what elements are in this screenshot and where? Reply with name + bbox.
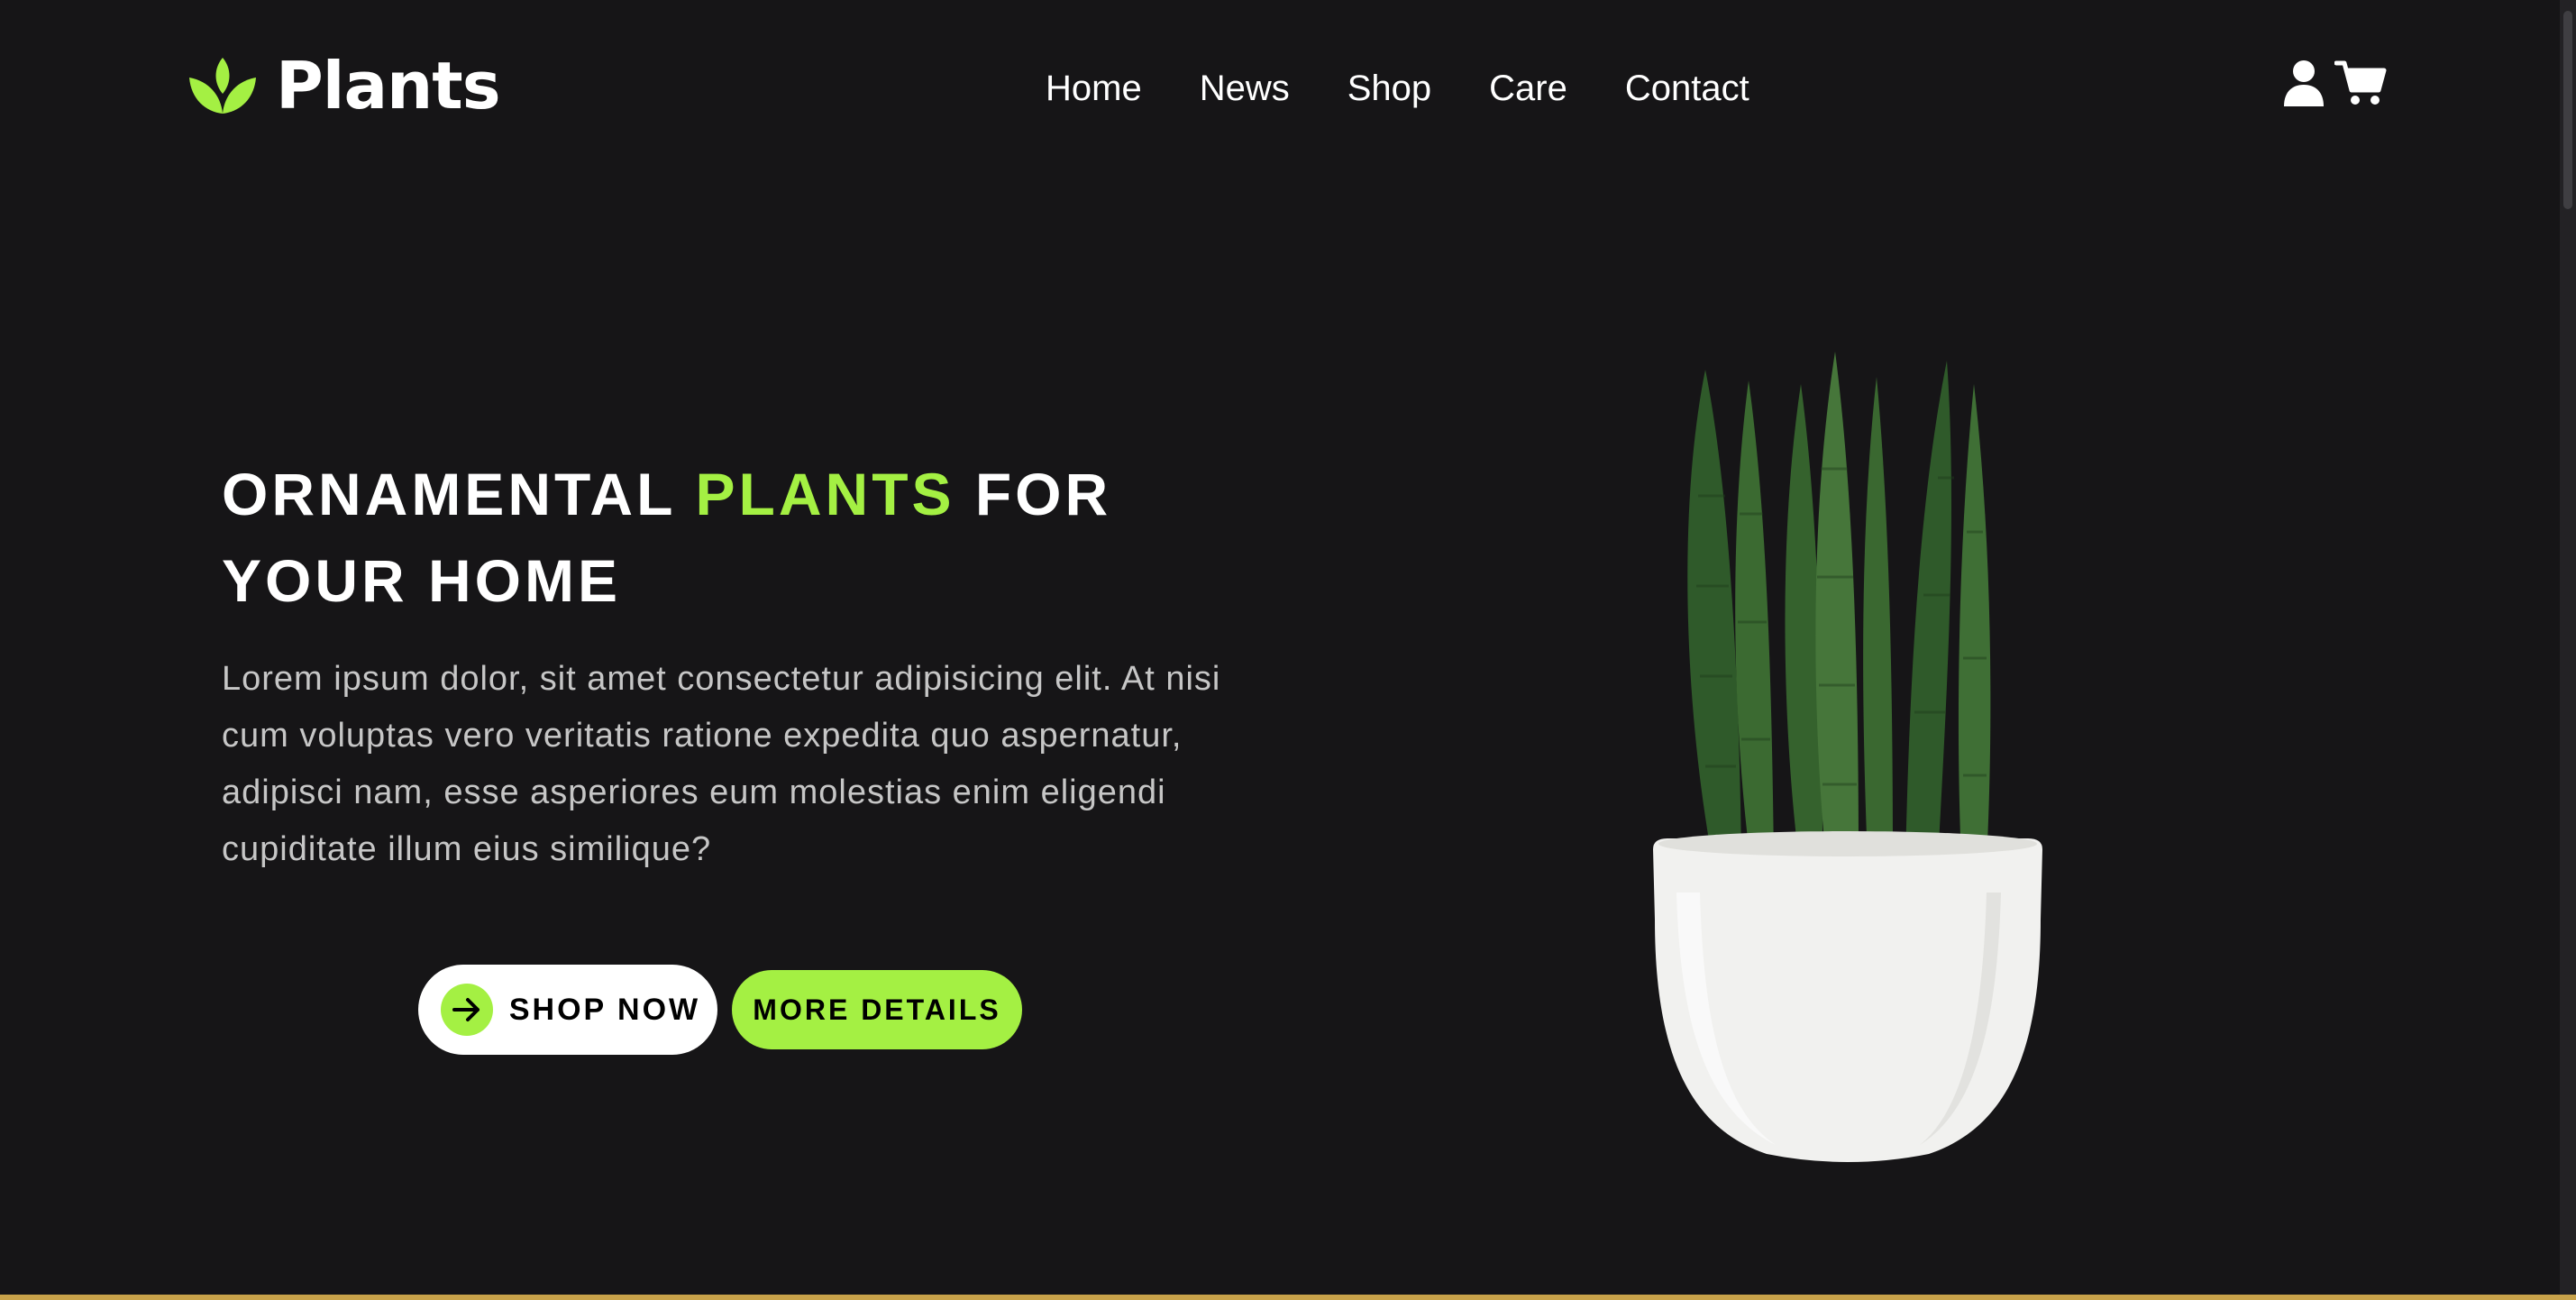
page-scrollbar[interactable] <box>2560 0 2576 1295</box>
hero-description: Lorem ipsum dolor, sit amet consectetur … <box>222 660 1221 868</box>
main-nav: Home News Shop Care Contact <box>1046 52 1749 124</box>
shop-now-button[interactable]: Shop Now <box>418 965 717 1055</box>
header-actions <box>2284 60 2387 106</box>
hero-title-part1: Ornamental <box>222 461 696 527</box>
cart-icon[interactable] <box>2334 60 2387 106</box>
shop-now-label: Shop Now <box>508 992 701 1027</box>
scrollbar-thumb[interactable] <box>2563 11 2572 209</box>
user-icon[interactable] <box>2284 60 2324 106</box>
more-details-button[interactable]: More Details <box>732 970 1022 1049</box>
leaf-logo-icon <box>189 58 256 114</box>
plant-image <box>1653 352 2042 1162</box>
bottom-edge-strip <box>0 1295 2576 1300</box>
nav-shop-link[interactable]: Shop <box>1347 70 1431 106</box>
white-pot <box>1653 831 2042 1162</box>
nav-home-link[interactable]: Home <box>1046 70 1142 106</box>
hero-title: Ornamental Plants for your home <box>222 451 1249 624</box>
nav-contact-link[interactable]: Contact <box>1625 70 1749 106</box>
brand-name: Plants <box>276 48 501 124</box>
nav-news-link[interactable]: News <box>1200 70 1290 106</box>
nav-care-link[interactable]: Care <box>1489 70 1567 106</box>
arrow-right-icon <box>440 984 493 1036</box>
brand-logo[interactable]: Plants <box>187 45 501 126</box>
hero-title-accent: Plants <box>695 461 955 527</box>
